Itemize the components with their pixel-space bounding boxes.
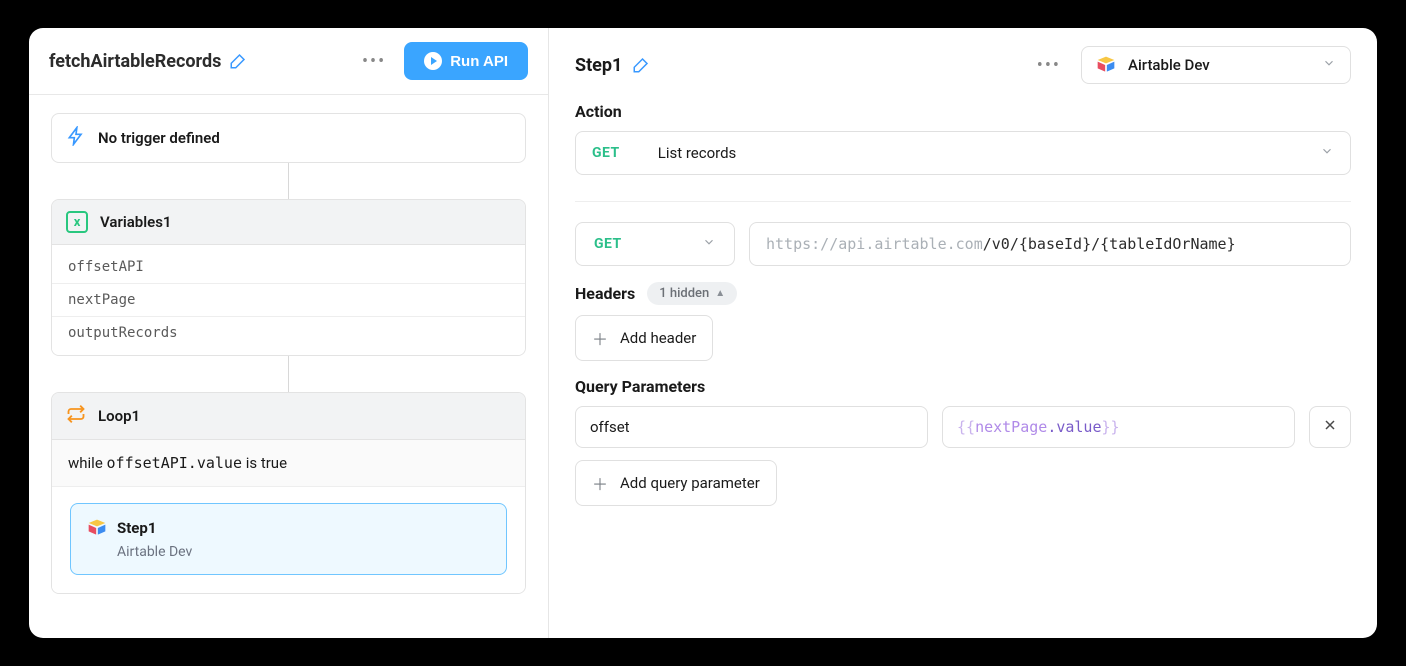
url-input[interactable]: https://api.airtable.com/v0/{baseId}/{ta… — [749, 222, 1351, 266]
resource-label: Airtable Dev — [1128, 56, 1210, 74]
workflow-header: fetchAirtableRecords ••• Run API — [29, 28, 548, 95]
workflow-panel: fetchAirtableRecords ••• Run API No trig… — [29, 28, 549, 638]
hidden-headers-toggle[interactable]: 1 hidden ▲ — [647, 282, 737, 305]
variable-item[interactable]: nextPage — [52, 283, 525, 316]
step-card[interactable]: Step1 Airtable Dev — [70, 503, 507, 575]
query-params-label: Query Parameters — [575, 377, 1351, 396]
connector-line — [288, 163, 289, 199]
action-select[interactable]: GET List records — [575, 131, 1351, 175]
loop-condition-code: offsetAPI.value — [107, 454, 242, 472]
action-section: Action GET List records — [549, 92, 1377, 181]
loop-condition: while offsetAPI.value is true — [52, 440, 525, 487]
token-prop: value — [1056, 418, 1101, 436]
request-row: GET https://api.airtable.com/v0/{baseId}… — [549, 202, 1377, 272]
query-param-key-input[interactable]: offset — [575, 406, 928, 448]
chevron-up-icon: ▲ — [715, 288, 725, 299]
airtable-icon — [87, 518, 107, 538]
hidden-badge-text: 1 hidden — [659, 286, 709, 301]
add-header-button[interactable]: ＋ Add header — [575, 315, 713, 361]
headers-section: Headers 1 hidden ▲ ＋ Add header — [549, 272, 1377, 367]
token-obj: nextPage — [975, 418, 1047, 436]
method-select[interactable]: GET — [575, 222, 735, 266]
loop-block[interactable]: Loop1 while offsetAPI.value is true Step… — [51, 392, 526, 594]
chevron-down-icon — [1322, 56, 1336, 74]
workflow-more-menu[interactable]: ••• — [352, 45, 396, 78]
variables-title: Variables1 — [100, 213, 172, 231]
brace-close: }} — [1102, 418, 1120, 436]
variables-header: x Variables1 — [52, 200, 525, 245]
brace-open: {{ — [957, 418, 975, 436]
connector-line — [288, 356, 289, 392]
run-api-button[interactable]: Run API — [404, 42, 528, 80]
variables-icon: x — [66, 211, 88, 233]
trigger-block[interactable]: No trigger defined — [51, 113, 526, 163]
resource-select[interactable]: Airtable Dev — [1081, 46, 1351, 84]
loop-header: Loop1 — [52, 393, 525, 440]
variables-block[interactable]: x Variables1 offsetAPI nextPage outputRe… — [51, 199, 526, 356]
loop-body: Step1 Airtable Dev — [52, 487, 525, 593]
url-path: /v0/{baseId}/{tableIdOrName} — [983, 235, 1236, 253]
trigger-text: No trigger defined — [98, 129, 220, 147]
workflow-name: fetchAirtableRecords — [49, 51, 221, 72]
action-method: GET — [592, 145, 620, 161]
step-detail-panel: Step1 ••• Airtable Dev Action GET List r… — [549, 28, 1377, 638]
loop-while-label: while — [68, 454, 107, 472]
query-param-row: offset {{nextPage.value}} — [575, 406, 1351, 448]
step-card-head: Step1 — [87, 518, 490, 538]
app-window: fetchAirtableRecords ••• Run API No trig… — [29, 28, 1377, 638]
qp-key-text: offset — [590, 418, 630, 436]
plus-icon: ＋ — [592, 471, 608, 495]
step-title: Step1 — [575, 55, 622, 76]
headers-label-text: Headers — [575, 284, 635, 303]
loop-title: Loop1 — [98, 407, 140, 425]
action-name: List records — [658, 144, 737, 162]
query-param-value-input[interactable]: {{nextPage.value}} — [942, 406, 1295, 448]
step-header: Step1 ••• Airtable Dev — [549, 28, 1377, 92]
add-header-label: Add header — [620, 329, 696, 347]
token-dot: . — [1047, 418, 1056, 436]
play-icon — [424, 52, 442, 70]
airtable-icon — [1096, 55, 1116, 75]
variables-body: offsetAPI nextPage outputRecords — [52, 245, 525, 355]
add-query-param-button[interactable]: ＋ Add query parameter — [575, 460, 777, 506]
query-params-section: Query Parameters offset {{nextPage.value… — [549, 367, 1377, 512]
headers-label: Headers 1 hidden ▲ — [575, 282, 1351, 305]
edit-icon[interactable] — [632, 56, 650, 74]
loop-icon — [66, 404, 86, 428]
add-query-param-label: Add query parameter — [620, 474, 760, 492]
bolt-icon — [66, 126, 86, 150]
plus-icon: ＋ — [592, 326, 608, 350]
url-base: https://api.airtable.com — [766, 235, 983, 253]
loop-is-true-label: is true — [242, 454, 287, 472]
step-resource: Airtable Dev — [117, 544, 490, 560]
variable-item[interactable]: offsetAPI — [52, 251, 525, 283]
step-name: Step1 — [117, 519, 156, 537]
close-icon — [1322, 417, 1338, 438]
run-api-label: Run API — [450, 53, 508, 70]
step-more-menu[interactable]: ••• — [1027, 49, 1071, 82]
chevron-down-icon — [702, 235, 716, 253]
request-method: GET — [594, 236, 622, 252]
edit-icon[interactable] — [229, 52, 247, 70]
workflow-body: No trigger defined x Variables1 offsetAP… — [29, 95, 548, 612]
chevron-down-icon — [1320, 144, 1334, 162]
delete-query-param-button[interactable] — [1309, 406, 1351, 448]
variable-item[interactable]: outputRecords — [52, 316, 525, 349]
action-label: Action — [575, 102, 1351, 121]
